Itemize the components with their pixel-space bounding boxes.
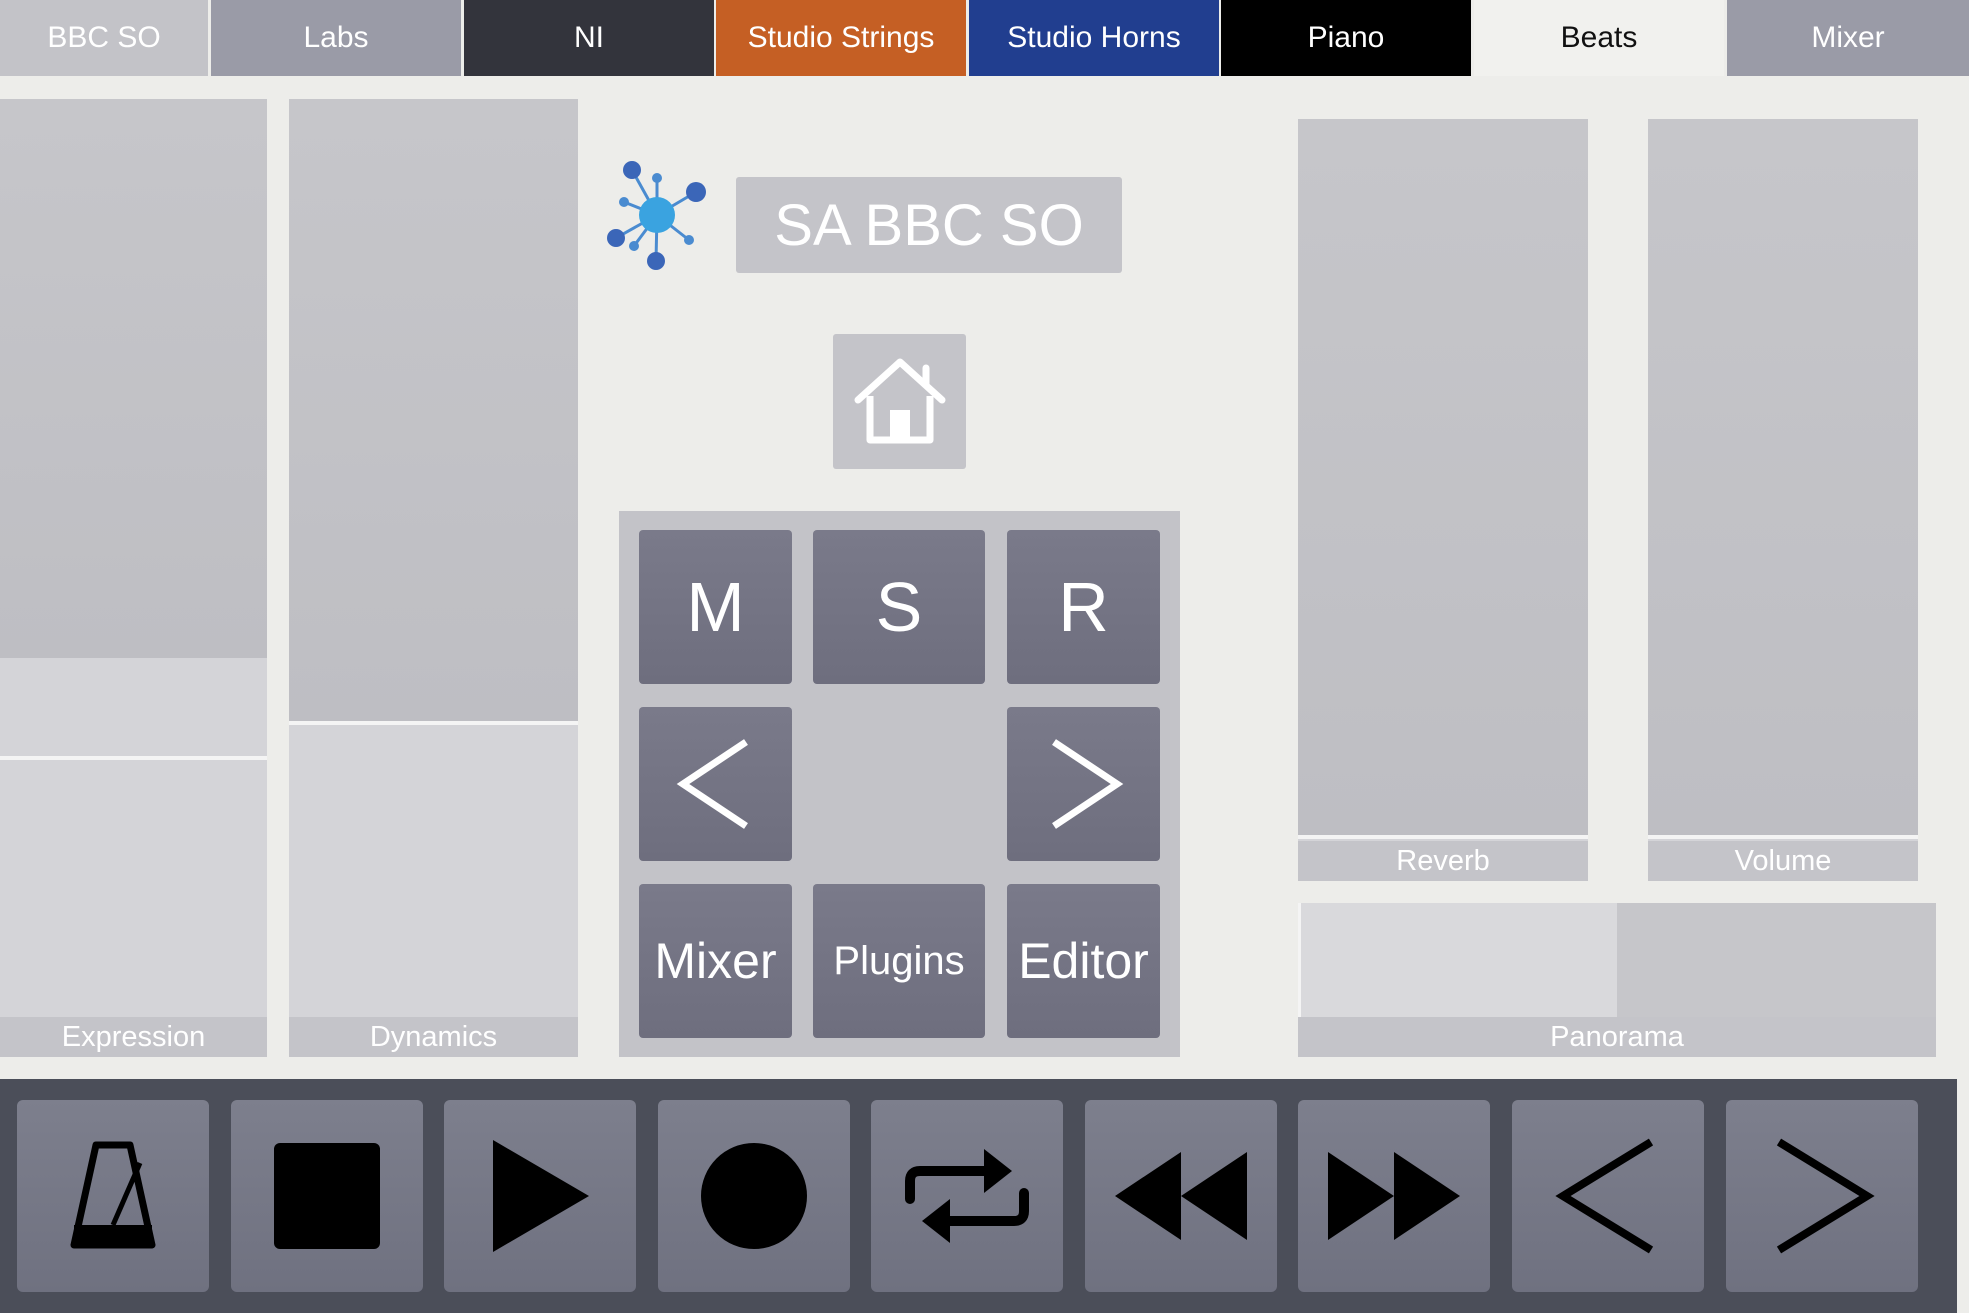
- fast-forward-icon: [1328, 1152, 1460, 1240]
- next-track-button[interactable]: [1007, 707, 1160, 861]
- loop-icon: [905, 1149, 1029, 1243]
- fader-handle[interactable]: [1298, 835, 1588, 839]
- expression-fader[interactable]: Expression: [0, 99, 267, 1057]
- mute-label: M: [686, 568, 745, 646]
- play-icon: [493, 1140, 589, 1252]
- metronome-button[interactable]: [17, 1100, 209, 1292]
- tab-label: Labs: [303, 21, 369, 54]
- next-icon: [1776, 1138, 1875, 1254]
- tab-labs[interactable]: Labs: [211, 0, 461, 76]
- editor-label: Editor: [1018, 933, 1149, 989]
- rewind-icon: [1115, 1152, 1247, 1240]
- fader-handle[interactable]: [0, 756, 267, 760]
- tab-studio-strings[interactable]: Studio Strings: [716, 0, 966, 76]
- next-button[interactable]: [1726, 1100, 1918, 1292]
- fader-handle[interactable]: [1648, 835, 1918, 839]
- tab-label: Studio Horns: [1007, 21, 1181, 54]
- molecule-logo-icon: [604, 158, 710, 272]
- fader-label: Volume: [1648, 841, 1918, 881]
- fader-label: Expression: [0, 1017, 267, 1057]
- plugins-label: Plugins: [833, 938, 965, 983]
- loop-button[interactable]: [871, 1100, 1063, 1292]
- fader-track-upper: [289, 99, 578, 723]
- tab-piano[interactable]: Piano: [1221, 0, 1471, 76]
- fader-handle[interactable]: [1298, 903, 1301, 1017]
- tab-label: Beats: [1560, 21, 1638, 54]
- tab-bbc-so[interactable]: BBC SO: [0, 0, 208, 76]
- record-arm-label: R: [1058, 568, 1109, 646]
- record-arm-button[interactable]: R: [1007, 530, 1160, 684]
- tab-mixer[interactable]: Mixer: [1727, 0, 1969, 76]
- tab-label: Mixer: [1811, 21, 1885, 54]
- tab-label: BBC SO: [47, 21, 161, 54]
- rewind-button[interactable]: [1085, 1100, 1277, 1292]
- home-icon: [854, 358, 945, 443]
- fast-forward-button[interactable]: [1298, 1100, 1490, 1292]
- mixer-button[interactable]: Mixer: [639, 884, 792, 1038]
- plugins-button[interactable]: Plugins: [813, 884, 985, 1038]
- fader-label: Panorama: [1298, 1017, 1936, 1057]
- stop-button[interactable]: [231, 1100, 423, 1292]
- fader-label: Dynamics: [289, 1017, 578, 1057]
- plugin-title[interactable]: SA BBC SO: [736, 177, 1122, 273]
- mixer-label: Mixer: [654, 933, 777, 989]
- prev-track-button[interactable]: [639, 707, 792, 861]
- fader-label: Reverb: [1298, 841, 1588, 881]
- fader-track-upper: [1648, 119, 1918, 839]
- chevron-left-icon: [676, 739, 748, 829]
- fader-track-upper: [1298, 119, 1588, 839]
- mute-button[interactable]: M: [639, 530, 792, 684]
- volume-fader[interactable]: Volume: [1648, 119, 1918, 881]
- tab-label: Piano: [1307, 21, 1385, 54]
- tab-label: NI: [574, 21, 604, 54]
- tab-label: Studio Strings: [747, 21, 935, 54]
- tab-studio-horns[interactable]: Studio Horns: [969, 0, 1219, 76]
- stop-icon: [274, 1143, 380, 1249]
- metronome-icon: [70, 1141, 156, 1249]
- tab-ni[interactable]: NI: [464, 0, 714, 76]
- fader-track-upper: [0, 99, 267, 658]
- solo-button[interactable]: S: [813, 530, 985, 684]
- previous-button[interactable]: [1512, 1100, 1704, 1292]
- plugin-title-text: SA BBC SO: [774, 192, 1084, 258]
- editor-button[interactable]: Editor: [1007, 884, 1160, 1038]
- previous-icon: [1555, 1138, 1654, 1254]
- record-icon: [701, 1143, 807, 1249]
- panorama-fader[interactable]: Panorama: [1298, 903, 1936, 1057]
- reverb-fader[interactable]: Reverb: [1298, 119, 1588, 881]
- home-button[interactable]: [833, 334, 966, 469]
- solo-label: S: [875, 568, 923, 646]
- tab-beats[interactable]: Beats: [1474, 0, 1724, 76]
- record-button[interactable]: [658, 1100, 850, 1292]
- panorama-fill: [1301, 903, 1617, 1017]
- play-button[interactable]: [444, 1100, 636, 1292]
- chevron-right-icon: [1051, 739, 1123, 829]
- fader-handle[interactable]: [289, 721, 578, 725]
- dynamics-fader[interactable]: Dynamics: [289, 99, 578, 1057]
